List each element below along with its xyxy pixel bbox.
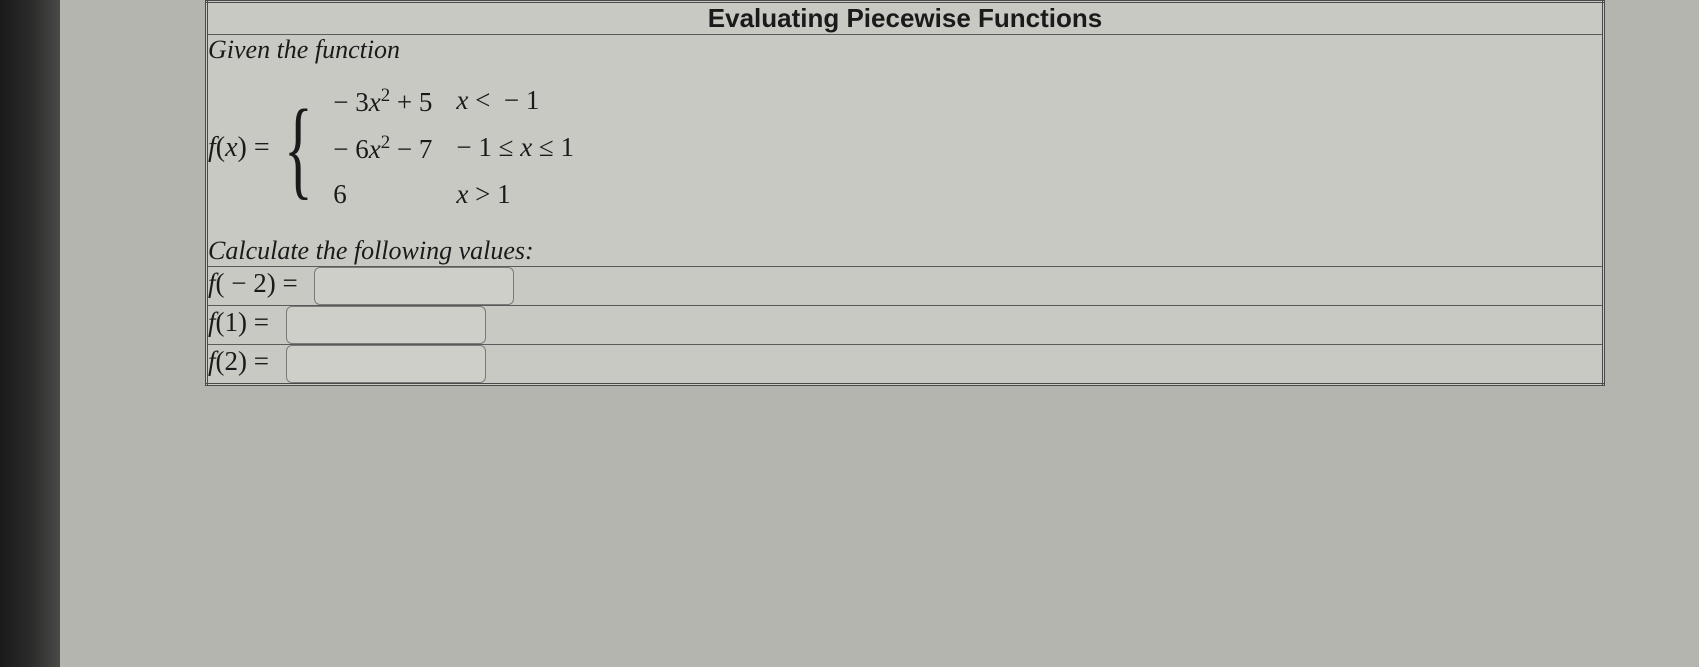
piece-cond: x > 1 xyxy=(456,179,574,210)
answer-input-f-2[interactable] xyxy=(286,345,486,383)
piece-expr: 6 xyxy=(326,179,432,210)
piece-expr: − 3x2 + 5 xyxy=(326,85,432,118)
brace-icon: { xyxy=(284,104,313,192)
function-lhs: f(x) = xyxy=(208,132,270,164)
piece-expr: − 6x2 − 7 xyxy=(326,132,432,165)
answer-row: f(2) = xyxy=(207,345,1604,385)
problem-table: Evaluating Piecewise Functions Given the… xyxy=(205,0,1605,386)
calculate-label: Calculate the following values: xyxy=(208,236,1602,266)
answer-input-f-1[interactable] xyxy=(286,306,486,344)
page-dark-edge xyxy=(0,0,60,667)
piece-cond: x < − 1 xyxy=(456,85,574,118)
answer-label: f(2) = xyxy=(208,346,269,376)
answer-label: f(1) = xyxy=(208,307,269,337)
answer-input-f-neg2[interactable] xyxy=(314,267,514,305)
answer-row: f( − 2) = xyxy=(207,267,1604,306)
piecewise-function: f(x) = { − 3x2 + 5 x < − 1 − 6x2 − 7 − 1… xyxy=(208,85,1602,210)
given-label: Given the function xyxy=(208,35,1602,65)
answer-label: f( − 2) = xyxy=(208,268,298,298)
function-pieces: − 3x2 + 5 x < − 1 − 6x2 − 7 − 1 ≤ x ≤ 1 … xyxy=(326,85,574,210)
function-definition-cell: Given the function f(x) = { − 3x2 + 5 x … xyxy=(207,35,1604,267)
table-title: Evaluating Piecewise Functions xyxy=(207,2,1604,35)
answer-row: f(1) = xyxy=(207,306,1604,345)
page-background: Evaluating Piecewise Functions Given the… xyxy=(60,0,1699,667)
piece-cond: − 1 ≤ x ≤ 1 xyxy=(456,132,574,165)
